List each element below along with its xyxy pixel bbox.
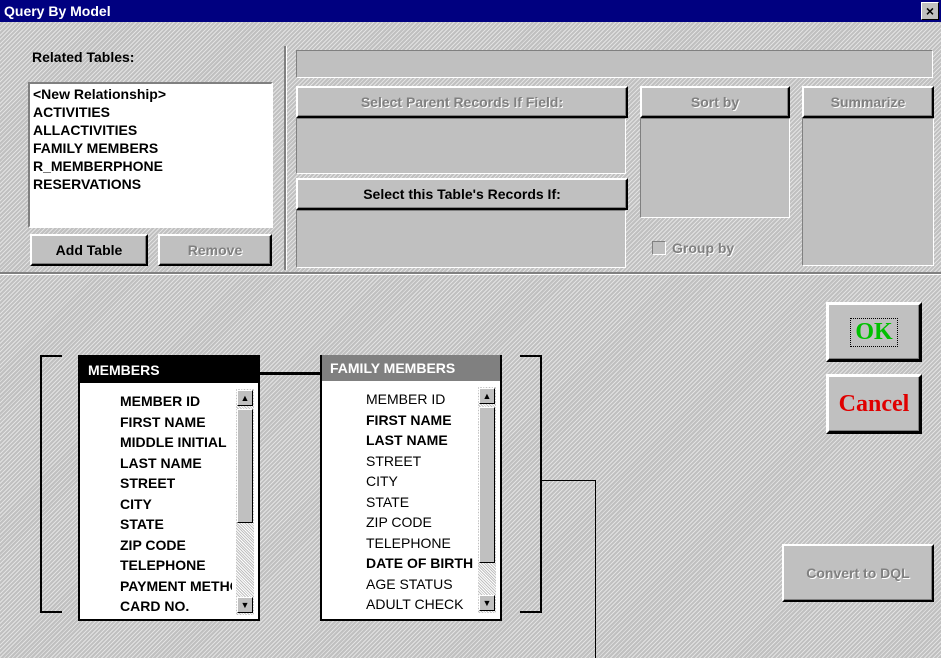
members-field[interactable]: FIRST NAME bbox=[120, 412, 232, 433]
cancel-button[interactable]: Cancel bbox=[826, 374, 922, 434]
family-bracket bbox=[520, 611, 542, 613]
select-parent-button[interactable]: Select Parent Records If Field: bbox=[296, 86, 628, 118]
family-members-field[interactable]: ADULT CHECK bbox=[366, 594, 476, 615]
remove-button[interactable]: Remove bbox=[158, 234, 272, 266]
summarize-box[interactable] bbox=[802, 118, 934, 266]
family-members-field[interactable]: ZIP CODE bbox=[366, 512, 476, 533]
related-table-item[interactable]: R_MEMBERPHONE bbox=[30, 157, 271, 175]
sort-by-button[interactable]: Sort by bbox=[640, 86, 790, 118]
close-icon: × bbox=[925, 3, 935, 19]
scroll-thumb[interactable] bbox=[237, 409, 253, 523]
related-tables-listbox[interactable]: <New Relationship> ACTIVITIES ALLACTIVITIE… bbox=[28, 82, 273, 228]
members-field[interactable]: MEMBER ID bbox=[120, 391, 232, 412]
add-table-button[interactable]: Add Table bbox=[30, 234, 148, 266]
title-bar: Query By Model × bbox=[0, 0, 941, 22]
relationship-line bbox=[258, 372, 322, 375]
members-field[interactable]: STATE bbox=[120, 514, 232, 535]
select-this-records-button[interactable]: Select this Table's Records If: bbox=[296, 178, 628, 210]
family-members-field[interactable]: FIRST NAME bbox=[366, 410, 476, 431]
family-members-field[interactable]: STREET bbox=[366, 451, 476, 472]
ok-label: OK bbox=[850, 317, 898, 347]
family-members-field[interactable]: STATE bbox=[366, 492, 476, 513]
members-table[interactable]: MEMBERS MEMBER ID FIRST NAME MIDDLE INITIA… bbox=[78, 355, 260, 621]
scroll-up-icon[interactable]: ▲ bbox=[479, 388, 495, 404]
scroll-up-icon[interactable]: ▲ bbox=[237, 390, 253, 406]
members-bracket bbox=[40, 355, 42, 613]
members-bracket bbox=[40, 611, 62, 613]
related-table-item[interactable]: RESERVATIONS bbox=[30, 175, 271, 193]
close-button[interactable]: × bbox=[921, 2, 939, 20]
members-field[interactable]: CITY bbox=[120, 494, 232, 515]
window-title: Query By Model bbox=[4, 3, 111, 19]
members-field[interactable]: MIDDLE INITIAL bbox=[120, 432, 232, 453]
cancel-label: Cancel bbox=[838, 390, 910, 417]
family-members-table-title: FAMILY MEMBERS bbox=[322, 355, 500, 381]
family-bracket bbox=[540, 355, 542, 613]
group-by-label: Group by bbox=[672, 240, 735, 256]
scroll-thumb[interactable] bbox=[479, 407, 495, 563]
family-members-field[interactable]: DATE OF BIRTH bbox=[366, 553, 476, 574]
parent-criteria-box[interactable] bbox=[296, 118, 626, 174]
family-members-table[interactable]: FAMILY MEMBERS MEMBER ID FIRST NAME LAST N… bbox=[320, 355, 502, 621]
members-table-title: MEMBERS bbox=[80, 357, 258, 383]
summarize-button[interactable]: Summarize bbox=[802, 86, 934, 118]
family-members-field[interactable]: AGE STATUS bbox=[366, 574, 476, 595]
sort-by-box[interactable] bbox=[640, 118, 790, 218]
family-bracket bbox=[520, 355, 542, 357]
members-field[interactable]: CARD NO. bbox=[120, 596, 232, 617]
family-members-field[interactable]: CITY bbox=[366, 471, 476, 492]
related-table-item[interactable]: ALLACTIVITIES bbox=[30, 121, 271, 139]
related-tables-label: Related Tables: bbox=[32, 49, 135, 65]
members-field[interactable]: PAYMENT METHOD bbox=[120, 576, 232, 597]
family-members-field[interactable]: TELEPHONE bbox=[366, 533, 476, 554]
relationship-line bbox=[595, 480, 596, 658]
divider bbox=[284, 46, 287, 270]
members-field[interactable]: ZIP CODE bbox=[120, 535, 232, 556]
scroll-down-icon[interactable]: ▼ bbox=[237, 597, 253, 613]
scroll-down-icon[interactable]: ▼ bbox=[479, 595, 495, 611]
family-members-field[interactable]: LAST NAME bbox=[366, 430, 476, 451]
group-by-checkbox-row[interactable]: Group by bbox=[652, 240, 734, 256]
convert-to-dql-button[interactable]: Convert to DQL bbox=[782, 544, 934, 602]
group-by-checkbox[interactable] bbox=[652, 241, 666, 255]
ok-button[interactable]: OK bbox=[826, 302, 922, 362]
relationship-line bbox=[540, 480, 596, 481]
members-field[interactable]: LAST NAME bbox=[120, 453, 232, 474]
family-members-field[interactable]: MEMBER ID bbox=[366, 389, 476, 410]
related-table-item[interactable]: FAMILY MEMBERS bbox=[30, 139, 271, 157]
related-table-item[interactable]: ACTIVITIES bbox=[30, 103, 271, 121]
expression-field[interactable] bbox=[296, 50, 933, 78]
members-field[interactable]: TELEPHONE bbox=[120, 555, 232, 576]
members-field[interactable]: STREET bbox=[120, 473, 232, 494]
related-table-item[interactable]: <New Relationship> bbox=[30, 85, 271, 103]
members-bracket bbox=[40, 355, 62, 357]
this-criteria-box[interactable] bbox=[296, 210, 626, 268]
